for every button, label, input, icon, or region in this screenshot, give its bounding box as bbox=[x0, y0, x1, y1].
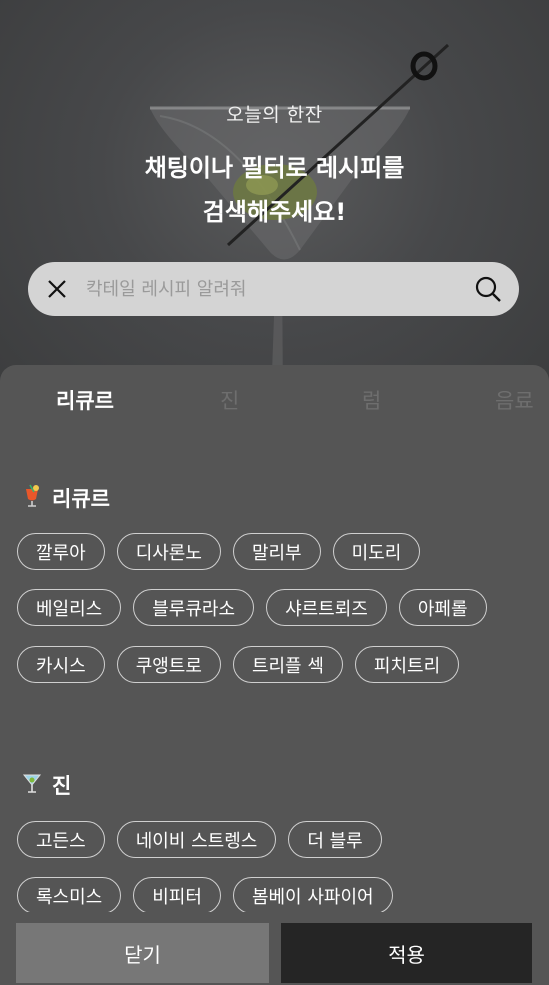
chip-row: 록스미스 비피터 봄베이 사파이어 bbox=[17, 877, 393, 914]
filter-chip[interactable]: 말리부 bbox=[232, 533, 321, 570]
search-bar bbox=[28, 262, 519, 316]
section-title-liqueur: 리큐르 bbox=[22, 483, 110, 513]
section-label: 진 bbox=[52, 774, 72, 798]
hero-title: 채팅이나 필터로 레시피를 검색해주세요! bbox=[0, 146, 549, 234]
chip-row: 카시스 쿠앵트로 트리플 섹 피치트리 bbox=[17, 646, 460, 683]
filter-chip[interactable]: 봄베이 사파이어 bbox=[232, 877, 393, 914]
filter-chip[interactable]: 네이비 스트렝스 bbox=[116, 821, 277, 858]
hero-title-line2: 검색해주세요! bbox=[202, 198, 347, 226]
hero-subtitle: 오늘의 한잔 bbox=[226, 104, 323, 126]
tab-rum[interactable]: 럼 bbox=[362, 385, 381, 415]
close-icon[interactable] bbox=[28, 262, 86, 316]
chip-row: 고든스 네이비 스트렝스 더 블루 bbox=[17, 821, 382, 858]
hero-banner: 오늘의 한잔 채팅이나 필터로 레시피를 검색해주세요! bbox=[0, 0, 549, 420]
filter-chip[interactable]: 더 블루 bbox=[288, 821, 382, 858]
filter-chip[interactable]: 트리플 섹 bbox=[232, 646, 343, 683]
hero-title-line1: 채팅이나 필터로 레시피를 bbox=[144, 154, 405, 182]
filter-chip[interactable]: 록스미스 bbox=[17, 877, 122, 914]
sheet-footer: 닫기 적용 bbox=[0, 912, 549, 985]
filter-chip[interactable]: 베일리스 bbox=[17, 589, 122, 626]
filter-chip[interactable]: 미도리 bbox=[332, 533, 421, 570]
filter-chip[interactable]: 카시스 bbox=[17, 646, 105, 683]
filter-chip[interactable]: 깔루아 bbox=[17, 533, 105, 570]
filter-chip[interactable]: 아페롤 bbox=[398, 589, 487, 626]
filter-sheet: 리큐르 진 럼 음료 리큐르 깔루아 디사론노 말리부 미도리 베일리스 블루큐… bbox=[0, 365, 549, 985]
cocktail-glass-icon bbox=[22, 484, 42, 513]
section-label: 리큐르 bbox=[52, 487, 110, 511]
tab-liqueur[interactable]: 리큐르 bbox=[56, 385, 114, 415]
section-title-gin: 진 bbox=[22, 770, 71, 800]
apply-button[interactable]: 적용 bbox=[281, 923, 532, 983]
filter-chip[interactable]: 고든스 bbox=[17, 821, 105, 858]
filter-chip[interactable]: 쿠앵트로 bbox=[116, 646, 221, 683]
filter-chip[interactable]: 디사론노 bbox=[116, 533, 221, 570]
close-button[interactable]: 닫기 bbox=[16, 923, 269, 983]
martini-glass-icon bbox=[22, 771, 42, 800]
search-icon[interactable] bbox=[457, 262, 519, 316]
filter-chip[interactable]: 블루큐라소 bbox=[133, 589, 255, 626]
tab-beverage[interactable]: 음료 bbox=[495, 385, 534, 415]
chip-row: 깔루아 디사론노 말리부 미도리 bbox=[17, 533, 421, 570]
filter-chip[interactable]: 비피터 bbox=[133, 877, 221, 914]
category-tabs: 리큐르 진 럼 음료 bbox=[0, 365, 549, 437]
search-input[interactable] bbox=[86, 278, 457, 300]
chip-row: 베일리스 블루큐라소 샤르트뢰즈 아페롤 bbox=[17, 589, 487, 626]
tab-gin[interactable]: 진 bbox=[220, 385, 239, 415]
filter-chip[interactable]: 샤르트뢰즈 bbox=[266, 589, 387, 626]
filter-chip[interactable]: 피치트리 bbox=[354, 646, 460, 683]
